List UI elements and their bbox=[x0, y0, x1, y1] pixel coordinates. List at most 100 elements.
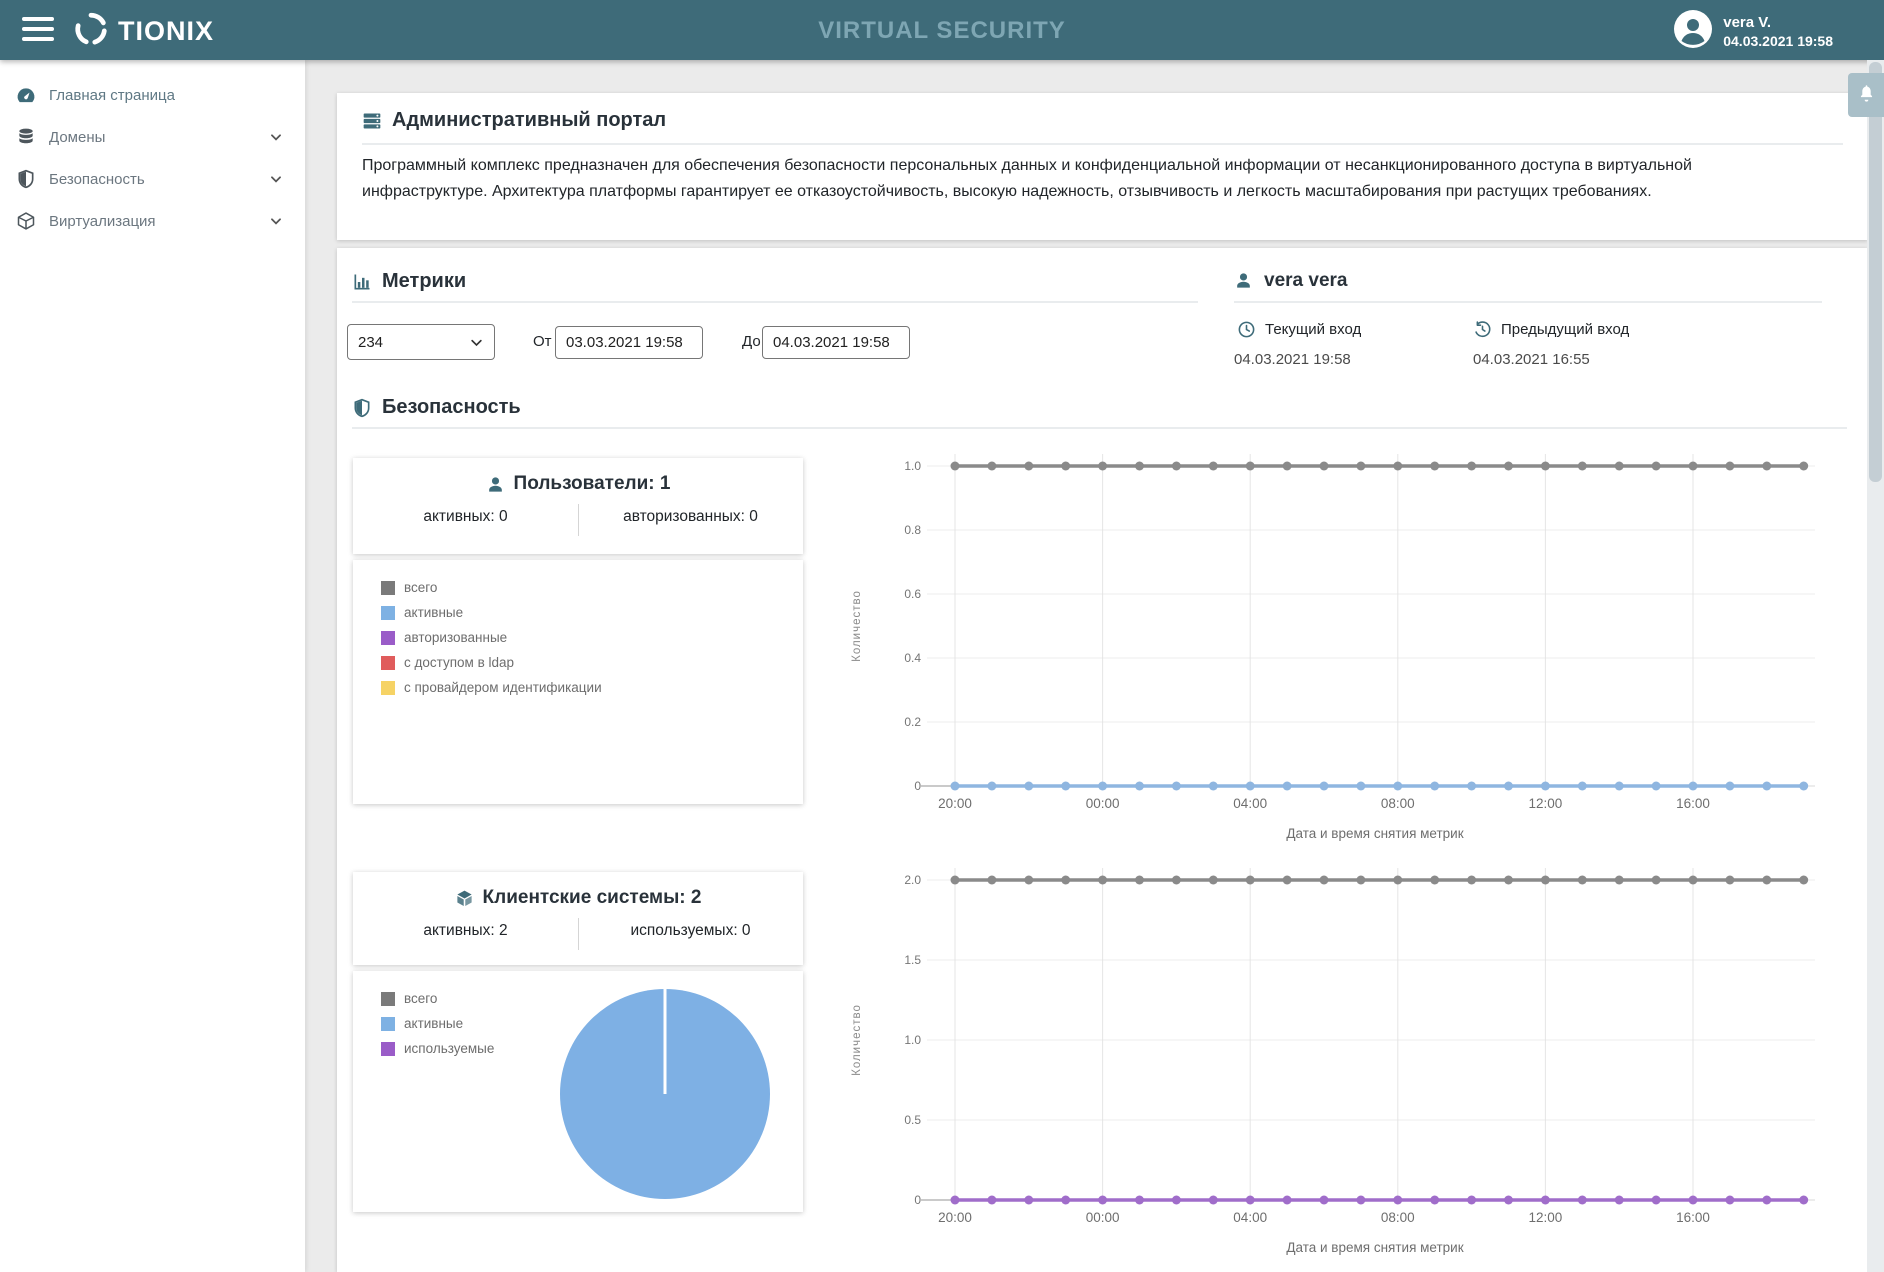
svg-text:12:00: 12:00 bbox=[1529, 1210, 1563, 1225]
users-legend-card: всего активные авторизованные с доступом в … bbox=[353, 560, 803, 804]
users-stats-row: активных: 0 авторизованных: 0 bbox=[353, 504, 803, 536]
legend-item[interactable]: всего bbox=[381, 580, 602, 595]
current-login-label: Текущий вход bbox=[1265, 321, 1362, 338]
users-chart-legend: всего активные авторизованные с доступом в … bbox=[381, 580, 602, 705]
svg-text:16:00: 16:00 bbox=[1676, 1210, 1710, 1225]
bar-chart-icon bbox=[352, 272, 372, 292]
legend-item[interactable]: с провайдером идентификации bbox=[381, 680, 602, 695]
cube-icon bbox=[16, 211, 36, 231]
legend-item[interactable]: активные bbox=[381, 1016, 494, 1031]
legend-label: всего bbox=[404, 580, 438, 595]
users-line-chart: 0 0.2 0.4 0.6 0.8 1.0 20:00 00:00 04:00 08:00 12:0… bbox=[851, 454, 1815, 841]
page-scrollbar[interactable] bbox=[1867, 60, 1884, 1272]
dashboard-icon bbox=[16, 85, 36, 105]
svg-text:1.5: 1.5 bbox=[904, 953, 921, 967]
svg-text:12:00: 12:00 bbox=[1529, 796, 1563, 811]
clients-line-chart: 0 0.5 1.0 1.5 2.0 20:00 00:00 04:00 08:00 12:00 16… bbox=[851, 868, 1815, 1255]
clients-pie-card: всего активные используемые bbox=[353, 971, 803, 1212]
sidebar-item-home[interactable]: Главная страница bbox=[0, 74, 305, 116]
tionix-logo[interactable]: TIONIX bbox=[72, 10, 214, 53]
legend-item[interactable]: активные bbox=[381, 605, 602, 620]
page-title: VIRTUAL SECURITY bbox=[818, 17, 1066, 44]
to-date-input[interactable] bbox=[762, 326, 910, 359]
tionix-swirl-icon bbox=[72, 10, 110, 53]
intro-heading: Административный портал bbox=[362, 109, 666, 132]
legend-swatch bbox=[381, 630, 395, 645]
top-bar: TIONIX VIRTUAL SECURITY vera V. 04.03.20… bbox=[0, 0, 1884, 60]
sidebar-item-label: Главная страница bbox=[49, 86, 175, 104]
sidebar-item-virtualization[interactable]: Виртуализация bbox=[0, 200, 305, 242]
menu-toggle-button[interactable] bbox=[22, 17, 54, 43]
chevron-down-icon bbox=[269, 172, 283, 186]
to-label: До bbox=[742, 333, 761, 350]
svg-text:0.2: 0.2 bbox=[904, 715, 921, 729]
users-stat-card: Пользователи: 1 активных: 0 авторизованн… bbox=[353, 458, 803, 554]
legend-swatch bbox=[381, 580, 395, 595]
shield-icon bbox=[352, 398, 372, 418]
legend-item[interactable]: авторизованные bbox=[381, 630, 602, 645]
bell-icon bbox=[1857, 84, 1876, 106]
server-stack-icon bbox=[362, 111, 382, 131]
security-title: Безопасность bbox=[382, 396, 521, 418]
user-panel-heading: vera vera bbox=[1234, 270, 1347, 292]
box-icon bbox=[455, 889, 474, 908]
legend-item[interactable]: используемые bbox=[381, 1041, 494, 1056]
svg-text:08:00: 08:00 bbox=[1381, 796, 1415, 811]
clients-stats-row: активных: 2 используемых: 0 bbox=[353, 918, 803, 950]
sidebar-item-domains[interactable]: Домены bbox=[0, 116, 305, 158]
divider bbox=[352, 301, 1198, 303]
metrics-select[interactable]: 234 bbox=[347, 324, 495, 360]
svg-text:20:00: 20:00 bbox=[938, 1210, 972, 1225]
user-menu[interactable]: vera V. 04.03.2021 19:58 bbox=[1674, 10, 1833, 53]
svg-text:2.0: 2.0 bbox=[904, 873, 921, 887]
sidebar-item-label: Безопасность bbox=[49, 170, 145, 188]
clients-stat-card: Клиентские системы: 2 активных: 2 исполь… bbox=[353, 872, 803, 965]
sidebar-item-label: Виртуализация bbox=[49, 212, 156, 230]
security-heading: Безопасность bbox=[352, 396, 521, 419]
legend-label: всего bbox=[404, 991, 438, 1006]
from-label: От bbox=[533, 333, 552, 350]
svg-text:04:00: 04:00 bbox=[1233, 1210, 1267, 1225]
svg-text:00:00: 00:00 bbox=[1086, 1210, 1120, 1225]
users-card-title: Пользователи: 1 bbox=[513, 473, 671, 494]
previous-login-value: 04.03.2021 16:55 bbox=[1473, 351, 1590, 368]
sidebar-item-security[interactable]: Безопасность bbox=[0, 158, 305, 200]
user-icon bbox=[486, 475, 505, 494]
svg-text:Количество: Количество bbox=[851, 1004, 863, 1076]
legend-label: авторизованные bbox=[404, 630, 508, 645]
svg-text:Дата и время снятия метрик: Дата и время снятия метрик bbox=[1286, 1240, 1463, 1255]
user-name: vera V. bbox=[1723, 13, 1772, 31]
sidebar: Главная страница Домены Безопасность Вир… bbox=[0, 60, 305, 1272]
clients-used-stat: используемых: 0 bbox=[630, 922, 751, 939]
chevron-down-icon bbox=[269, 130, 283, 144]
sidebar-item-label: Домены bbox=[49, 128, 106, 146]
clients-card-title: Клиентские системы: 2 bbox=[482, 887, 702, 908]
legend-swatch bbox=[381, 655, 395, 670]
legend-label: с провайдером идентификации bbox=[404, 680, 602, 695]
from-date-input[interactable] bbox=[555, 326, 703, 359]
users-authorized-stat: авторизованных: 0 bbox=[623, 508, 758, 525]
legend-label: активные bbox=[404, 1016, 464, 1031]
database-icon bbox=[16, 127, 36, 147]
svg-text:0.5: 0.5 bbox=[904, 1113, 921, 1127]
user-panel-title: vera vera bbox=[1264, 270, 1348, 291]
svg-text:0.6: 0.6 bbox=[904, 587, 921, 601]
svg-text:20:00: 20:00 bbox=[938, 796, 972, 811]
divider bbox=[1234, 301, 1822, 303]
scrollbar-thumb[interactable] bbox=[1869, 62, 1882, 482]
clock-icon bbox=[1237, 320, 1256, 339]
legend-item[interactable]: с доступом в ldap bbox=[381, 655, 602, 670]
users-active-stat: активных: 0 bbox=[423, 508, 508, 525]
legend-swatch bbox=[381, 1041, 395, 1056]
chevron-down-icon bbox=[469, 335, 484, 350]
shield-icon bbox=[16, 169, 36, 189]
legend-item[interactable]: всего bbox=[381, 991, 494, 1006]
svg-text:08:00: 08:00 bbox=[1381, 1210, 1415, 1225]
notifications-button[interactable] bbox=[1848, 73, 1884, 117]
svg-text:1.0: 1.0 bbox=[904, 459, 921, 473]
app-root: TIONIX VIRTUAL SECURITY vera V. 04.03.20… bbox=[0, 0, 1884, 1272]
legend-swatch bbox=[381, 1016, 395, 1031]
divider bbox=[362, 143, 1843, 145]
previous-login-label: Предыдущий вход bbox=[1501, 321, 1630, 338]
intro-card: Административный портал Программный комп… bbox=[337, 93, 1868, 240]
